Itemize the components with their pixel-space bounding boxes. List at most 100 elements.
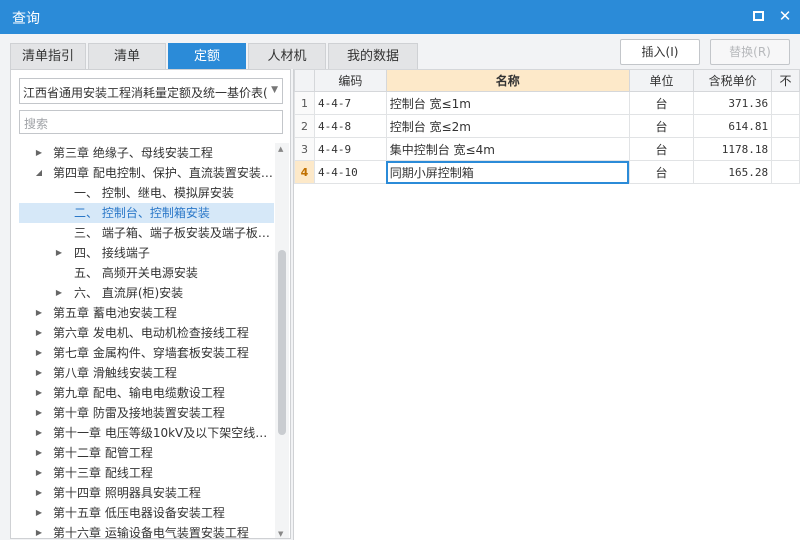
tree-item[interactable]: ▶ 第十六章 运输设备电气装置安装工程 <box>19 523 274 539</box>
collapsed-arrow-icon[interactable]: ▶ <box>34 303 44 323</box>
tab-my-data[interactable]: 我的数据 <box>328 43 418 69</box>
tree-item[interactable]: 二、 控制台、控制箱安装 <box>19 203 274 223</box>
collapsed-arrow-icon[interactable]: ▶ <box>34 383 44 403</box>
collapsed-arrow-icon[interactable]: ▶ <box>34 363 44 383</box>
right-panel: 编码 名称 单位 含税单价 不 1 4-4-7 控制台 宽≤1m 台 371.36 2 4-… <box>293 69 800 540</box>
tree-item[interactable]: ▶ 第七章 金属构件、穿墙套板安装工程 <box>19 343 274 363</box>
cell-code[interactable]: 4-4-9 <box>313 137 387 161</box>
quota-table: 编码 名称 单位 含税单价 不 1 4-4-7 控制台 宽≤1m 台 371.36 2 4-… <box>294 69 800 184</box>
close-icon[interactable]: ✕ <box>778 9 792 24</box>
cell-extra[interactable] <box>771 137 800 161</box>
header-rownum <box>294 69 315 92</box>
tree-scrollbar[interactable]: ▲ ▼ <box>275 143 289 538</box>
collapsed-arrow-icon[interactable]: ▶ <box>54 283 64 303</box>
tree-item[interactable]: ▶ 第九章 配电、输电电缆敷设工程 <box>19 383 274 403</box>
tree-item-label: 第十一章 电压等级10kV及以下架空线路工程 <box>53 426 274 440</box>
table-header-row: 编码 名称 单位 含税单价 不 <box>294 69 800 92</box>
tree-item-label: 第十六章 运输设备电气装置安装工程 <box>53 526 249 539</box>
tree-item[interactable]: ◢ 第四章 配电控制、保护、直流装置安装工程 <box>19 163 274 183</box>
window-title: 查询 <box>12 11 40 27</box>
row-number[interactable]: 3 <box>294 137 315 161</box>
collapsed-arrow-icon[interactable]: ▶ <box>34 343 44 363</box>
collapsed-arrow-icon[interactable]: ▶ <box>34 443 44 463</box>
search-placeholder: 搜索 <box>24 117 49 131</box>
cell-price[interactable]: 1178.18 <box>693 137 773 161</box>
scroll-down-icon[interactable]: ▼ <box>278 530 283 538</box>
cell-name[interactable]: 集中控制台 宽≤4m <box>385 137 630 161</box>
collapsed-arrow-icon[interactable]: ▶ <box>34 323 44 343</box>
cell-name[interactable]: 同期小屏控制箱 <box>385 160 630 184</box>
title-bar: 查询 ✕ <box>0 0 800 34</box>
cell-code[interactable]: 4-4-7 <box>313 91 387 115</box>
cell-unit[interactable]: 台 <box>628 114 695 138</box>
tab-labor-material-machine[interactable]: 人材机 <box>248 43 326 69</box>
collapsed-arrow-icon[interactable]: ▶ <box>34 423 44 443</box>
collapsed-arrow-icon[interactable]: ▶ <box>34 503 44 523</box>
tree-item-label: 第十章 防雷及接地装置安装工程 <box>53 406 225 420</box>
header-unit[interactable]: 单位 <box>628 69 695 92</box>
cell-name[interactable]: 控制台 宽≤1m <box>385 91 630 115</box>
tree-item[interactable]: ▶ 第六章 发电机、电动机检查接线工程 <box>19 323 274 343</box>
cell-code[interactable]: 4-4-8 <box>313 114 387 138</box>
tree-item[interactable]: ▶ 四、 接线端子 <box>19 243 274 263</box>
tree-item-label: 第九章 配电、输电电缆敷设工程 <box>53 386 225 400</box>
insert-button[interactable]: 插入(I) <box>620 39 700 65</box>
header-name[interactable]: 名称 <box>385 69 630 92</box>
cell-extra[interactable] <box>771 160 800 184</box>
expanded-arrow-icon[interactable]: ◢ <box>34 163 44 183</box>
collapsed-arrow-icon[interactable]: ▶ <box>34 483 44 503</box>
tree-item[interactable]: ▶ 第十二章 配管工程 <box>19 443 274 463</box>
tab-quota[interactable]: 定额 <box>168 43 246 69</box>
cell-price[interactable]: 371.36 <box>693 91 773 115</box>
collapsed-arrow-icon[interactable]: ▶ <box>54 243 64 263</box>
replace-button[interactable]: 替换(R) <box>710 39 790 65</box>
quota-library-dropdown[interactable]: 江西省通用安装工程消耗量定额及统一基价表( ▼ <box>19 78 283 104</box>
row-number[interactable]: 2 <box>294 114 315 138</box>
cell-price[interactable]: 614.81 <box>693 114 773 138</box>
cell-unit[interactable]: 台 <box>628 137 695 161</box>
search-input[interactable]: 搜索 <box>19 110 283 134</box>
tree-item[interactable]: ▶ 第十四章 照明器具安装工程 <box>19 483 274 503</box>
tree-item-label: 六、 直流屏(柜)安装 <box>74 286 184 300</box>
collapsed-arrow-icon[interactable]: ▶ <box>34 143 44 163</box>
tree-item[interactable]: 一、 控制、继电、模拟屏安装 <box>19 183 274 203</box>
table-row[interactable]: 4 4-4-10 同期小屏控制箱台 165.28 <box>294 160 800 184</box>
tree-item[interactable]: ▶ 第三章 绝缘子、母线安装工程 <box>19 143 274 163</box>
tree-item[interactable]: ▶ 第十五章 低压电器设备安装工程 <box>19 503 274 523</box>
tree-item[interactable]: ▶ 六、 直流屏(柜)安装 <box>19 283 274 303</box>
cell-extra[interactable] <box>771 91 800 115</box>
tree-item-label: 第十三章 配线工程 <box>53 466 153 480</box>
cell-price[interactable]: 165.28 <box>693 160 773 184</box>
tree-item[interactable]: ▶ 第十一章 电压等级10kV及以下架空线路工程 <box>19 423 274 443</box>
header-code[interactable]: 编码 <box>313 69 387 92</box>
tab-list-guide[interactable]: 清单指引 <box>10 43 86 69</box>
row-number[interactable]: 4 <box>294 160 315 184</box>
cell-extra[interactable] <box>771 114 800 138</box>
tree-item[interactable]: 三、 端子箱、端子板安装及端子板外部接线 <box>19 223 274 243</box>
collapsed-arrow-icon[interactable]: ▶ <box>34 463 44 483</box>
tree-item[interactable]: ▶ 第十三章 配线工程 <box>19 463 274 483</box>
maximize-icon[interactable] <box>753 11 764 21</box>
table-row[interactable]: 3 4-4-9 集中控制台 宽≤4m 台 1178.18 <box>294 137 800 161</box>
cell-unit[interactable]: 台 <box>628 91 695 115</box>
header-extra[interactable]: 不 <box>771 69 800 92</box>
tree-item[interactable]: ▶ 第八章 滑触线安装工程 <box>19 363 274 383</box>
table-row[interactable]: 1 4-4-7 控制台 宽≤1m 台 371.36 <box>294 91 800 115</box>
header-tax-price[interactable]: 含税单价 <box>693 69 773 92</box>
scroll-up-icon[interactable]: ▲ <box>278 145 283 153</box>
table-row[interactable]: 2 4-4-8 控制台 宽≤2m 台 614.81 <box>294 114 800 138</box>
tree-item[interactable]: ▶ 第十章 防雷及接地装置安装工程 <box>19 403 274 423</box>
cell-unit[interactable]: 台 <box>628 160 695 184</box>
tab-list[interactable]: 清单 <box>88 43 166 69</box>
collapsed-arrow-icon[interactable]: ▶ <box>34 523 44 538</box>
cell-code[interactable]: 4-4-10 <box>313 160 387 184</box>
tree-item[interactable]: 五、 高频开关电源安装 <box>19 263 274 283</box>
tree-item-label: 五、 高频开关电源安装 <box>74 266 198 280</box>
tree-item[interactable]: ▶ 第五章 蓄电池安装工程 <box>19 303 274 323</box>
row-number[interactable]: 1 <box>294 91 315 115</box>
left-panel: 江西省通用安装工程消耗量定额及统一基价表( ▼ 搜索 ▶ 第三章 绝缘子、母线安装… <box>10 69 291 539</box>
collapsed-arrow-icon[interactable]: ▶ <box>34 403 44 423</box>
cell-name[interactable]: 控制台 宽≤2m <box>385 114 630 138</box>
scroll-thumb[interactable] <box>278 250 286 435</box>
tree-item-label: 第十四章 照明器具安装工程 <box>53 486 201 500</box>
